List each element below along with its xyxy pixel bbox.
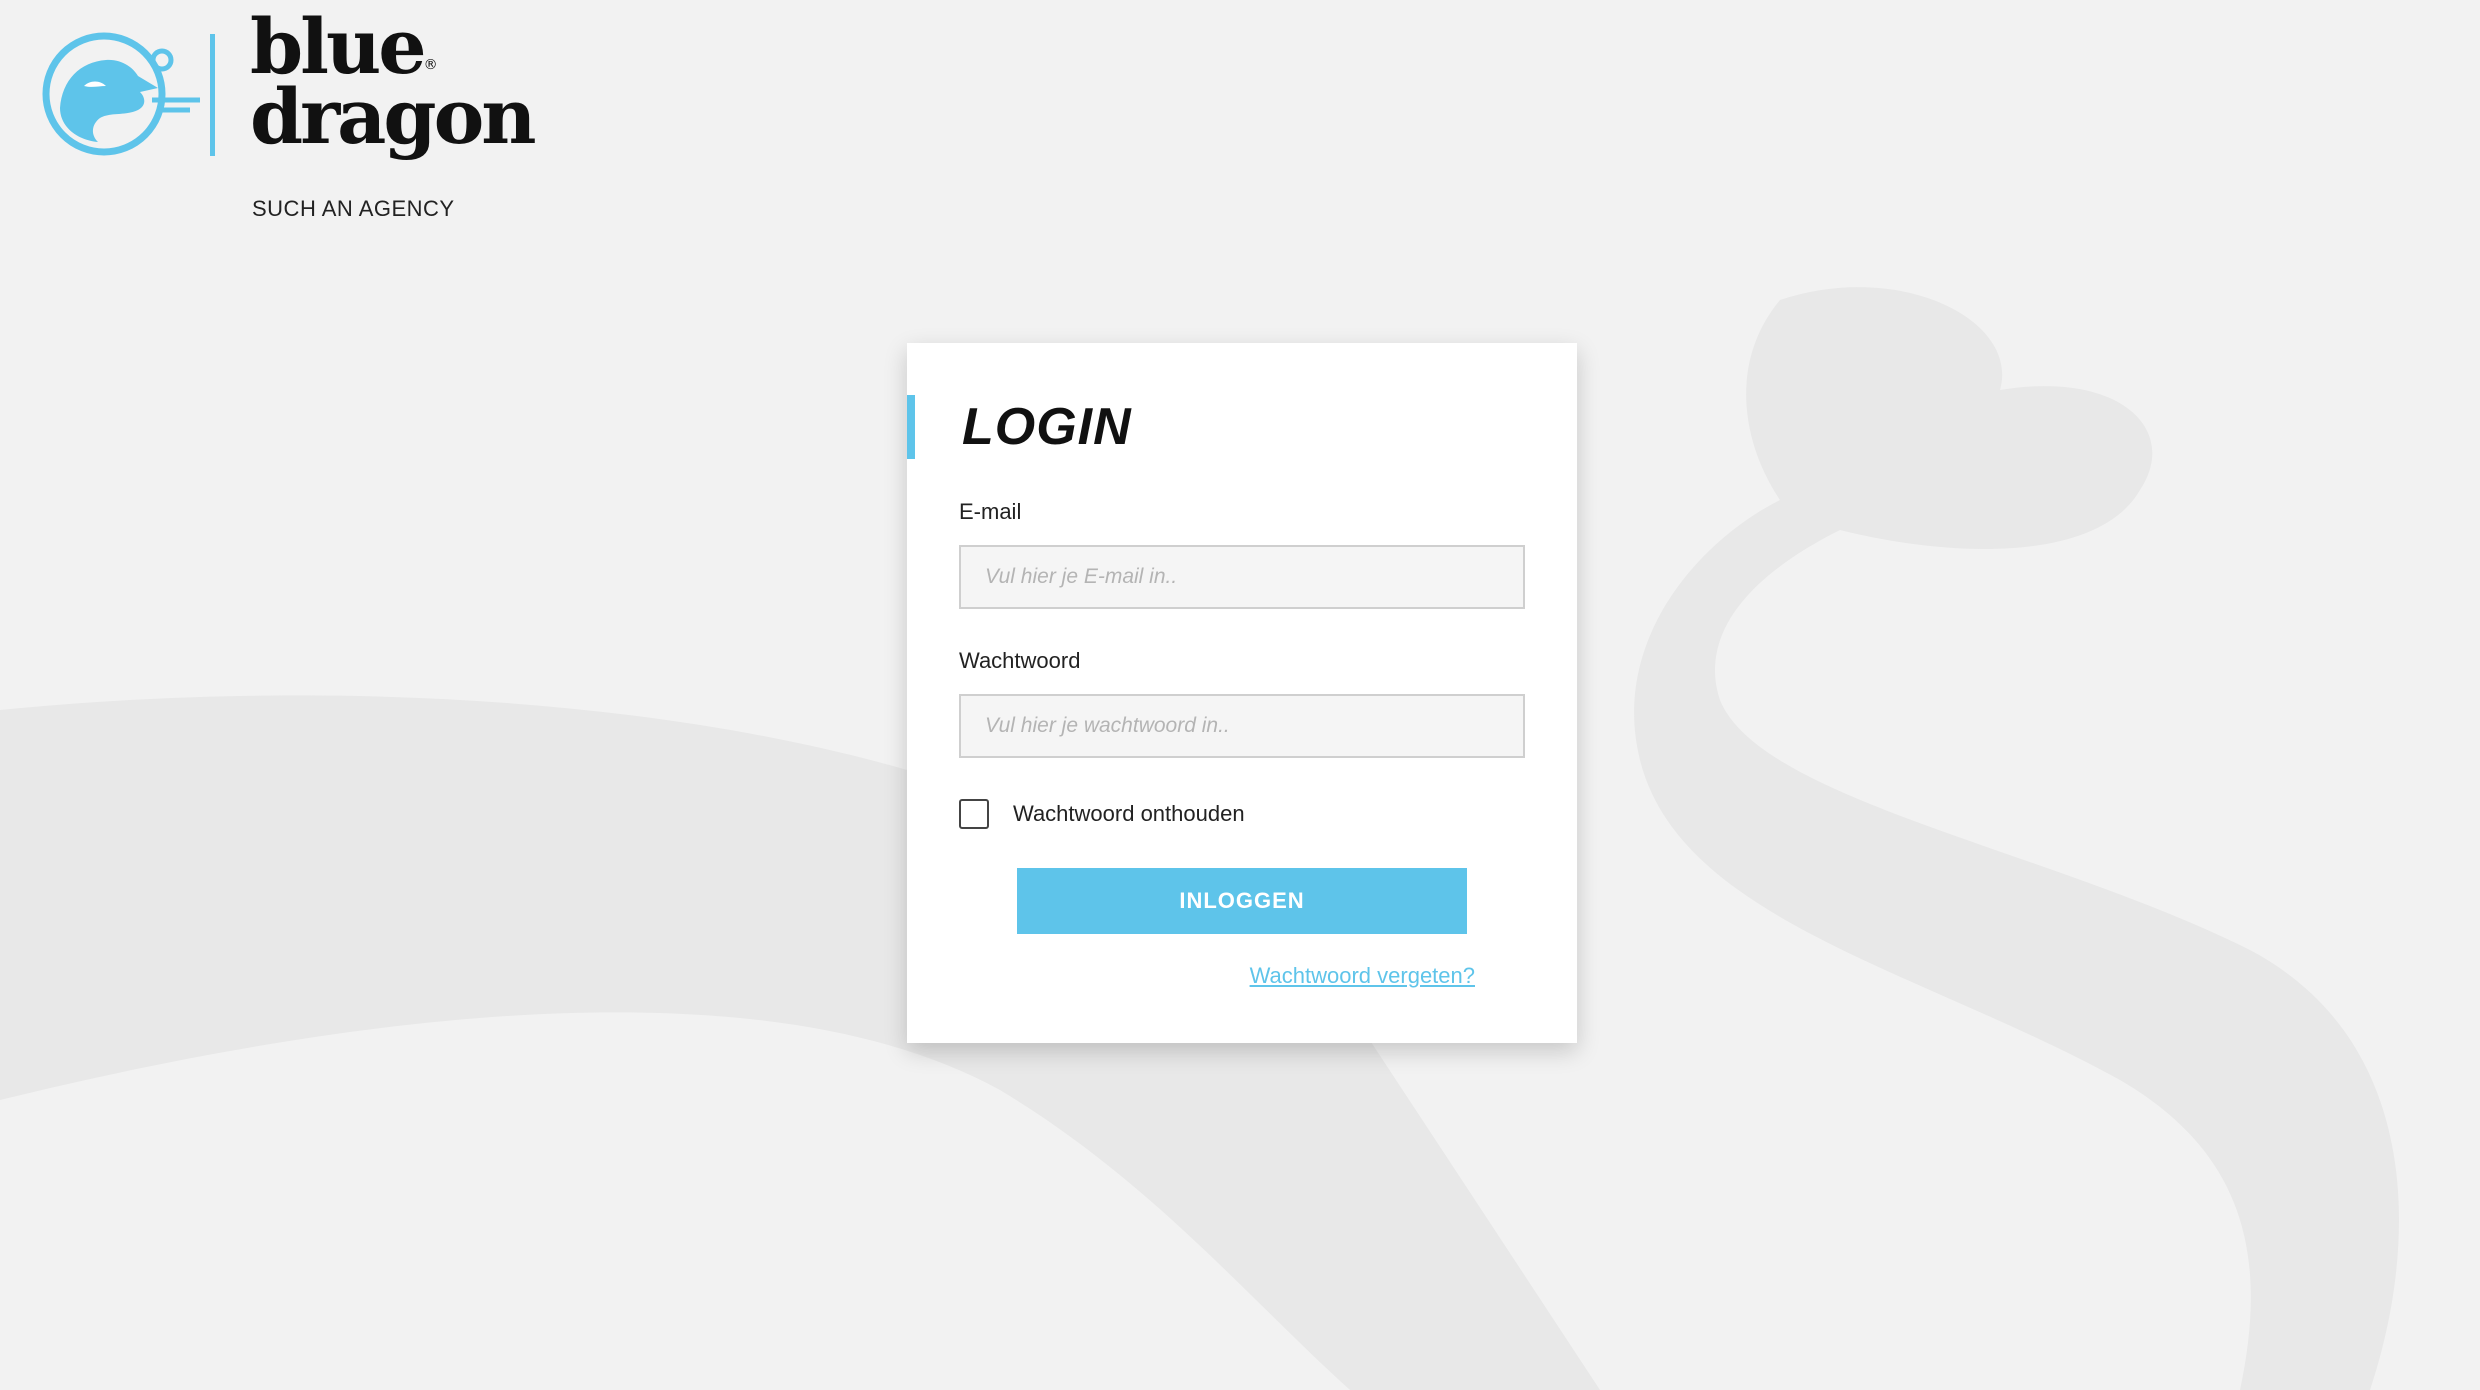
wordmark-line-2: dragon <box>250 72 537 161</box>
brand-logo[interactable]: blue® dragon SUCH AN AGENCY <box>40 9 560 230</box>
brand-tagline: SUCH AN AGENCY <box>252 196 455 221</box>
remember-password-label[interactable]: Wachtwoord onthouden <box>1013 801 1245 827</box>
brand-wordmark: blue® dragon <box>250 9 537 155</box>
email-field[interactable] <box>959 545 1525 609</box>
remember-password-checkbox[interactable] <box>959 799 989 829</box>
password-label: Wachtwoord <box>959 648 1081 673</box>
email-label: E-mail <box>959 499 1022 524</box>
remember-password-row[interactable]: Wachtwoord onthouden <box>959 797 1245 831</box>
login-card: LOGIN E-mail Wachtwoord Wachtwoord ontho… <box>907 343 1577 1043</box>
forgot-password-link[interactable]: Wachtwoord vergeten? <box>1250 963 1475 989</box>
logo-divider <box>210 34 215 156</box>
password-field[interactable] <box>959 694 1525 758</box>
login-button[interactable]: INLOGGEN <box>1017 868 1467 934</box>
title-accent-bar <box>907 395 915 459</box>
registered-mark: ® <box>423 57 438 73</box>
login-title: LOGIN <box>962 398 1132 456</box>
login-page: blue® dragon SUCH AN AGENCY LOGIN E-mail… <box>0 0 2480 1390</box>
